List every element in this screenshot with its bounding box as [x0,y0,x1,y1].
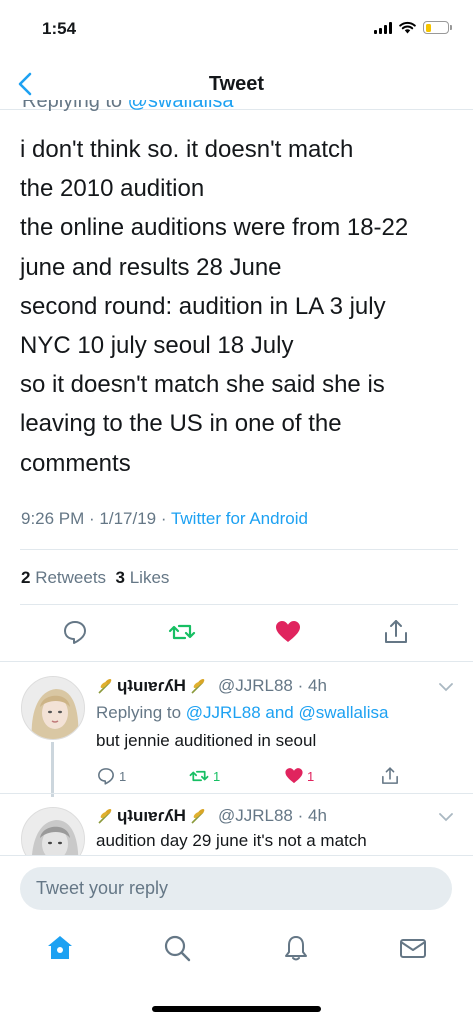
reply-author-handle: @JJRL88 [217,676,293,695]
retweet-icon [189,770,209,782]
reply-actions: 1 1 1 [96,766,406,788]
tweet-stats: 2 Retweets 3 Likes [21,568,169,588]
tweet-text-line: the online auditions were from 18-22 [20,214,409,242]
share-icon[interactable] [380,766,400,786]
avatar-image [22,808,84,855]
replying-prefix: Replying to [96,703,186,722]
reply-time: 4h [307,676,327,695]
signal-icon [374,21,392,34]
like-heart-icon[interactable] [274,618,302,646]
reply-tweet[interactable]: ɥʇuıɐɾʎH @JJRL88 · 4h Replying to @JJRL8… [0,662,473,802]
battery-icon [423,21,452,34]
reply-author[interactable]: ɥʇuıɐɾʎH @JJRL88 · 4h [96,806,327,826]
share-icon[interactable] [382,618,410,646]
tweet-reply-input[interactable]: Tweet your reply [20,867,452,910]
replying-handles-link[interactable]: @JJRL88 and @swallalisa [186,703,389,722]
reply-author-name: ɥʇuıɐɾʎH [117,676,186,695]
tweet-timestamp: 9:26 PM · 1/17/19 · [21,509,171,528]
likes-count: 3 [115,568,125,587]
reply-author-handle: @JJRL88 [217,806,293,825]
replying-handle-link[interactable]: @swallalisa [128,100,234,111]
home-icon[interactable] [45,933,75,963]
reply-like-action[interactable]: 1 [284,766,314,786]
wifi-icon [399,21,416,34]
status-time: 1:54 [42,19,77,38]
tweet-actions [0,618,473,650]
reply-retweet-action[interactable]: 1 [188,766,220,786]
reply-text: but jennie auditioned in seoul [96,731,317,750]
retweet-icon[interactable] [168,618,196,646]
likes-label: Likes [124,568,170,587]
reply-time: 4h [307,806,327,825]
avatar-image [22,677,84,739]
likes-stat[interactable]: 3 Likes [116,568,170,587]
retweets-stat[interactable]: 2 Retweets [21,568,116,587]
reply-tweet[interactable]: ɥʇuıɐɾʎH @JJRL88 · 4h audition day 29 ju… [0,794,473,855]
reply-author[interactable]: ɥʇuıɐɾʎH @JJRL88 · 4h [96,676,327,696]
avatar[interactable] [21,676,85,740]
like-heart-icon [285,768,303,784]
wheat-emoji-icon [98,809,112,824]
chevron-down-icon[interactable] [439,812,453,822]
home-indicator[interactable] [152,1006,321,1012]
divider [20,549,458,550]
reply-author-name: ɥʇuıɐɾʎH [117,806,186,825]
tweet-source-link[interactable]: Twitter for Android [171,509,308,528]
retweet-count: 1 [213,768,221,784]
search-icon[interactable] [162,933,192,963]
page-title: Tweet [208,73,265,95]
reply-composer-bar: Tweet your reply [0,855,473,920]
reply-icon [98,768,114,785]
tweet-text-line: the 2010 audition [20,175,205,203]
wheat-emoji-icon [191,679,205,694]
retweets-label: Retweets [30,568,116,587]
notifications-bell-icon[interactable] [281,933,311,963]
avatar[interactable] [21,807,85,855]
tweet-meta: 9:26 PM · 1/17/19 · Twitter for Android [21,509,308,529]
tab-bar [0,920,473,980]
thread-line [51,742,54,797]
tweet-text-line: leaving to the US in one of the [20,410,342,438]
reply-icon[interactable] [61,618,89,646]
replying-to-line: Replying to @swallalisa [22,100,234,111]
status-bar: 1:54 [0,0,473,58]
like-count: 1 [307,768,315,784]
tweet-text-line: june and results 28 June [20,253,282,281]
reply-count: 1 [119,768,127,784]
status-icons [374,21,452,34]
tweet-text-line: NYC 10 july seoul 18 July [20,332,294,360]
divider [20,604,458,605]
reply-text: audition day 29 june it's not a match [96,831,367,850]
tweet-text-line: i don't think so. it doesn't match [20,136,354,163]
tweet-text-line: second round: audition in LA 3 july [20,292,386,320]
tweet-text: i don't think so. it doesn't match the 2… [20,130,460,483]
tweet-text-line: comments [20,449,131,477]
replying-prefix: Replying to [22,100,128,111]
tweet-text-line: so it doesn't match she said she is [20,371,385,399]
messages-envelope-icon[interactable] [398,933,428,963]
chevron-down-icon[interactable] [439,682,453,692]
reply-reply-action[interactable]: 1 [96,766,126,786]
reply-replying-to: Replying to @JJRL88 and @swallalisa [96,703,389,723]
wheat-emoji-icon [191,809,205,824]
wheat-emoji-icon [98,679,112,694]
